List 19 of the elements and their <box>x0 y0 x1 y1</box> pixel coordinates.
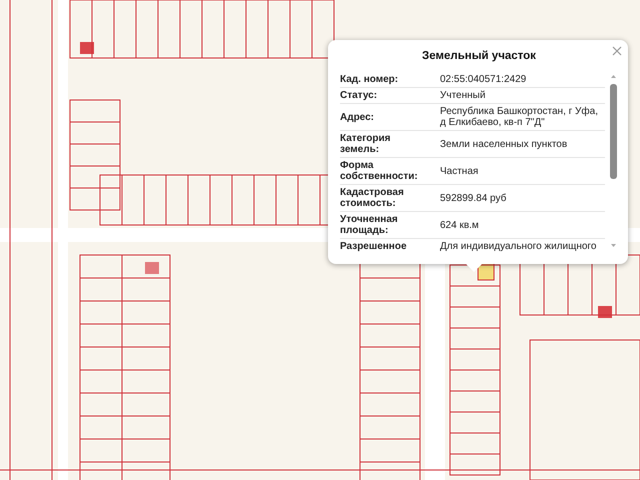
field-value: Для индивидуального жилищного <box>440 241 598 252</box>
field-label: Форма собственности: <box>340 160 419 182</box>
popup-title: Земельный участок <box>421 50 537 62</box>
close-icon <box>612 46 622 56</box>
field-value: Республика Башкортостан, г Уфа, д Елкибаево, кв-п 7"Д" <box>440 106 599 128</box>
field-label: Статус: <box>340 90 378 101</box>
field-value: Земли населенных пунктов <box>440 138 568 150</box>
field-value: 02:55:040571:2429 <box>440 74 528 85</box>
field-value: 624 кв.м <box>440 220 480 230</box>
close-button[interactable] <box>612 44 622 54</box>
field-value: Учтенный <box>440 90 486 101</box>
field-label: Адрес: <box>340 112 375 122</box>
field-value: Частная <box>440 166 480 176</box>
field-label: Разрешенное <box>340 241 408 252</box>
field-label: Кад. номер: <box>340 74 400 85</box>
field-label: Кадастровая стоимость: <box>340 187 405 209</box>
field-label: Категория земель: <box>340 133 392 155</box>
field-label: Уточненная площадь: <box>340 214 399 236</box>
field-value: 592899.84 руб <box>440 192 508 204</box>
